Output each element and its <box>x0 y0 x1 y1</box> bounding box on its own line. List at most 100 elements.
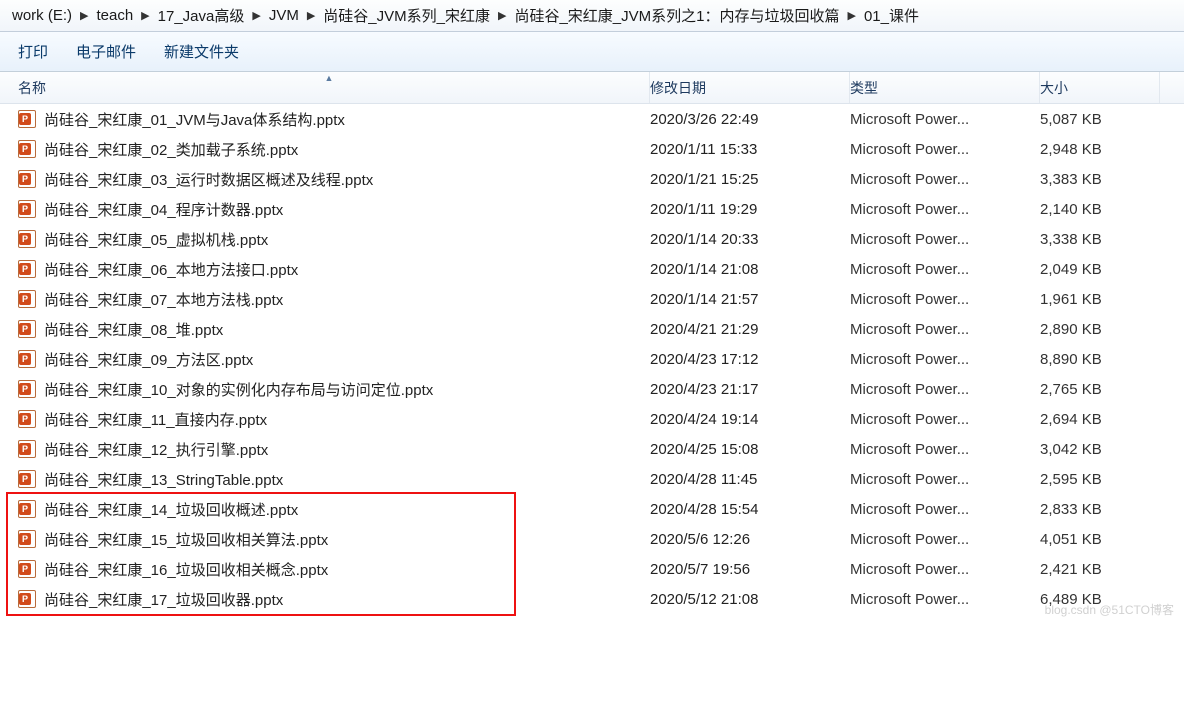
file-row[interactable]: 尚硅谷_宋红康_10_对象的实例化内存布局与访问定位.pptx2020/4/23… <box>0 374 1184 404</box>
file-name: 尚硅谷_宋红康_12_执行引擎.pptx <box>44 439 268 460</box>
file-name: 尚硅谷_宋红康_07_本地方法栈.pptx <box>44 289 283 310</box>
file-date: 2020/4/28 11:45 <box>650 471 850 488</box>
file-name: 尚硅谷_宋红康_17_垃圾回收器.pptx <box>44 589 283 610</box>
file-type: Microsoft Power... <box>850 231 1040 248</box>
file-size: 8,890 KB <box>1040 351 1160 368</box>
file-row[interactable]: 尚硅谷_宋红康_08_堆.pptx2020/4/21 21:29Microsof… <box>0 314 1184 344</box>
column-header-size[interactable]: 大小 <box>1040 72 1160 103</box>
file-name: 尚硅谷_宋红康_15_垃圾回收相关算法.pptx <box>44 529 328 550</box>
file-date: 2020/4/23 17:12 <box>650 351 850 368</box>
file-date: 2020/1/14 21:08 <box>650 261 850 278</box>
file-row[interactable]: 尚硅谷_宋红康_16_垃圾回收相关概念.pptx 2020/5/7 19:56Mi… <box>0 554 1184 584</box>
file-row[interactable]: 尚硅谷_宋红康_07_本地方法栈.pptx2020/1/14 21:57Micr… <box>0 284 1184 314</box>
powerpoint-icon <box>18 440 36 458</box>
file-date: 2020/5/6 12:26 <box>650 531 850 548</box>
file-size: 2,948 KB <box>1040 141 1160 158</box>
file-row[interactable]: 尚硅谷_宋红康_02_类加载子系统.pptx2020/1/11 15:33Mic… <box>0 134 1184 164</box>
file-date: 2020/1/11 19:29 <box>650 201 850 218</box>
file-type: Microsoft Power... <box>850 321 1040 338</box>
breadcrumb-item[interactable]: 尚硅谷_JVM系列_宋红康 <box>323 5 490 26</box>
file-type: Microsoft Power... <box>850 141 1040 158</box>
powerpoint-icon <box>18 590 36 608</box>
file-size: 4,051 KB <box>1040 531 1160 548</box>
file-name: 尚硅谷_宋红康_02_类加载子系统.pptx <box>44 139 298 160</box>
file-name: 尚硅谷_宋红康_01_JVM与Java体系结构.pptx <box>44 109 345 130</box>
breadcrumb-item[interactable]: 01_课件 <box>864 5 919 26</box>
file-date: 2020/5/7 19:56 <box>650 561 850 578</box>
file-type: Microsoft Power... <box>850 411 1040 428</box>
file-type: Microsoft Power... <box>850 441 1040 458</box>
file-type: Microsoft Power... <box>850 111 1040 128</box>
column-header-label: 类型 <box>850 78 878 98</box>
powerpoint-icon <box>18 470 36 488</box>
column-header-label: 名称 <box>18 78 46 98</box>
chevron-right-icon: ▶ <box>141 9 149 22</box>
powerpoint-icon <box>18 170 36 188</box>
powerpoint-icon <box>18 410 36 428</box>
chevron-right-icon: ▶ <box>80 9 88 22</box>
new-folder-button[interactable]: 新建文件夹 <box>154 35 257 68</box>
file-date: 2020/3/26 22:49 <box>650 111 850 128</box>
chevron-right-icon: ▶ <box>498 9 506 22</box>
file-type: Microsoft Power... <box>850 501 1040 518</box>
powerpoint-icon <box>18 380 36 398</box>
file-name: 尚硅谷_宋红康_11_直接内存.pptx <box>44 409 267 430</box>
breadcrumb-item[interactable]: 17_Java高级 <box>158 5 245 26</box>
file-name: 尚硅谷_宋红康_03_运行时数据区概述及线程.pptx <box>44 169 373 190</box>
print-button[interactable]: 打印 <box>8 35 66 68</box>
file-list: 尚硅谷_宋红康_01_JVM与Java体系结构.pptx 2020/3/26 22… <box>0 104 1184 622</box>
file-row[interactable]: 尚硅谷_宋红康_03_运行时数据区概述及线程.pptx2020/1/21 15:… <box>0 164 1184 194</box>
file-size: 2,765 KB <box>1040 381 1160 398</box>
file-size: 2,595 KB <box>1040 471 1160 488</box>
file-type: Microsoft Power... <box>850 561 1040 578</box>
file-row[interactable]: 尚硅谷_宋红康_17_垃圾回收器.pptx2020/5/12 21:08Micr… <box>0 584 1184 614</box>
breadcrumb-item[interactable]: 尚硅谷_宋红康_JVM系列之1：内存与垃圾回收篇 <box>514 5 839 26</box>
file-date: 2020/4/28 15:54 <box>650 501 850 518</box>
file-size: 2,890 KB <box>1040 321 1160 338</box>
toolbar: 打印 电子邮件 新建文件夹 <box>0 32 1184 72</box>
file-row[interactable]: 尚硅谷_宋红康_13_StringTable.pptx2020/4/28 11:… <box>0 464 1184 494</box>
breadcrumb-item[interactable]: work (E:) <box>12 7 72 24</box>
file-type: Microsoft Power... <box>850 351 1040 368</box>
file-type: Microsoft Power... <box>850 261 1040 278</box>
file-row[interactable]: 尚硅谷_宋红康_05_虚拟机栈.pptx2020/1/14 20:33Micro… <box>0 224 1184 254</box>
file-size: 2,049 KB <box>1040 261 1160 278</box>
file-name: 尚硅谷_宋红康_14_垃圾回收概述.pptx <box>44 499 298 520</box>
powerpoint-icon <box>18 260 36 278</box>
sort-indicator-icon: ▲ <box>325 73 334 83</box>
file-row[interactable]: 尚硅谷_宋红康_06_本地方法接口.pptx2020/1/14 21:08Mic… <box>0 254 1184 284</box>
breadcrumb-item[interactable]: teach <box>96 7 133 24</box>
file-type: Microsoft Power... <box>850 381 1040 398</box>
column-header-date[interactable]: 修改日期 <box>650 72 850 103</box>
powerpoint-icon <box>18 350 36 368</box>
powerpoint-icon <box>18 530 36 548</box>
file-date: 2020/1/14 21:57 <box>650 291 850 308</box>
file-size: 2,421 KB <box>1040 561 1160 578</box>
powerpoint-icon <box>18 140 36 158</box>
column-header-label: 大小 <box>1040 78 1068 98</box>
file-date: 2020/4/21 21:29 <box>650 321 850 338</box>
file-row[interactable]: 尚硅谷_宋红康_11_直接内存.pptx2020/4/24 19:14Micro… <box>0 404 1184 434</box>
file-type: Microsoft Power... <box>850 471 1040 488</box>
file-row[interactable]: 尚硅谷_宋红康_09_方法区.pptx2020/4/23 17:12Micros… <box>0 344 1184 374</box>
file-row[interactable]: 尚硅谷_宋红康_15_垃圾回收相关算法.pptx2020/5/6 12:26Mi… <box>0 524 1184 554</box>
file-row[interactable]: 尚硅谷_宋红康_01_JVM与Java体系结构.pptx 2020/3/26 22… <box>0 104 1184 134</box>
column-header-name[interactable]: 名称 ▲ <box>0 72 650 103</box>
file-size: 3,042 KB <box>1040 441 1160 458</box>
email-button[interactable]: 电子邮件 <box>66 35 154 68</box>
file-row[interactable]: 尚硅谷_宋红康_14_垃圾回收概述.pptx 2020/4/28 15:54Mic… <box>0 494 1184 524</box>
file-type: Microsoft Power... <box>850 201 1040 218</box>
powerpoint-icon <box>18 290 36 308</box>
file-size: 5,087 KB <box>1040 111 1160 128</box>
file-size: 3,383 KB <box>1040 171 1160 188</box>
file-row[interactable]: 尚硅谷_宋红康_04_程序计数器.pptx2020/1/11 19:29Micr… <box>0 194 1184 224</box>
breadcrumb[interactable]: work (E:) ▶ teach ▶ 17_Java高级 ▶ JVM ▶ 尚硅… <box>0 0 1184 32</box>
column-header-type[interactable]: 类型 <box>850 72 1040 103</box>
file-row[interactable]: 尚硅谷_宋红康_12_执行引擎.pptx2020/4/25 15:08Micro… <box>0 434 1184 464</box>
file-name: 尚硅谷_宋红康_05_虚拟机栈.pptx <box>44 229 268 250</box>
powerpoint-icon <box>18 320 36 338</box>
file-name: 尚硅谷_宋红康_16_垃圾回收相关概念.pptx <box>44 559 328 580</box>
breadcrumb-item[interactable]: JVM <box>269 7 299 24</box>
chevron-right-icon: ▶ <box>252 9 260 22</box>
file-name: 尚硅谷_宋红康_10_对象的实例化内存布局与访问定位.pptx <box>44 379 433 400</box>
